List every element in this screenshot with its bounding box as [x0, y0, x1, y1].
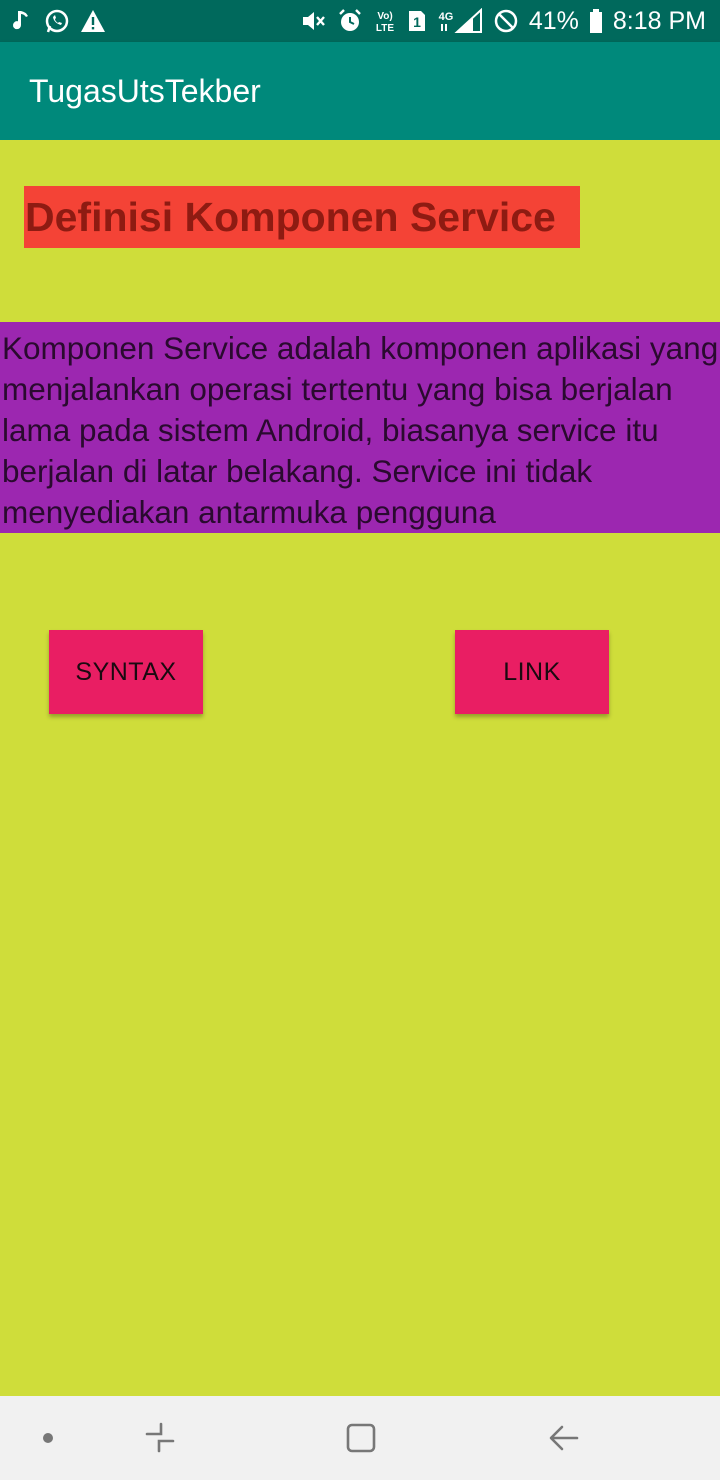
- status-time: 8:18 PM: [612, 6, 706, 35]
- svg-text:1: 1: [413, 14, 421, 30]
- status-left: [12, 6, 106, 36]
- syntax-button[interactable]: SYNTAX: [49, 630, 203, 714]
- page-heading: Definisi Komponen Service: [24, 186, 580, 248]
- dnd-icon: [493, 6, 519, 36]
- app-bar: TugasUtsTekber: [0, 42, 720, 140]
- battery-percent: 41%: [528, 6, 579, 35]
- music-note-icon: [12, 6, 34, 36]
- description-text: Komponen Service adalah komponen aplikas…: [0, 322, 720, 533]
- link-button[interactable]: LINK: [455, 630, 609, 714]
- menu-dot-icon[interactable]: [28, 1396, 68, 1480]
- back-icon[interactable]: [534, 1396, 594, 1480]
- whatsapp-icon: [44, 6, 70, 36]
- status-bar: Vo) LTE 1 4G 41% 8:18 PM: [0, 0, 720, 42]
- volte-icon: Vo) LTE: [373, 6, 397, 36]
- battery-icon: [589, 6, 603, 36]
- app-title: TugasUtsTekber: [29, 72, 261, 109]
- mute-icon: [301, 6, 327, 36]
- recent-apps-icon[interactable]: [130, 1396, 190, 1480]
- status-right: Vo) LTE 1 4G 41% 8:18 PM: [301, 6, 706, 36]
- warning-icon: [80, 6, 106, 36]
- home-icon[interactable]: [331, 1396, 391, 1480]
- svg-text:LTE: LTE: [376, 23, 394, 34]
- navigation-bar: [0, 1396, 720, 1480]
- main-content: Definisi Komponen Service Komponen Servi…: [0, 140, 720, 1396]
- alarm-icon: [337, 6, 363, 36]
- sim1-icon: 1: [407, 6, 427, 36]
- svg-text:4G: 4G: [439, 11, 454, 23]
- svg-text:Vo): Vo): [377, 11, 392, 22]
- signal-4g-icon: 4G: [437, 6, 483, 36]
